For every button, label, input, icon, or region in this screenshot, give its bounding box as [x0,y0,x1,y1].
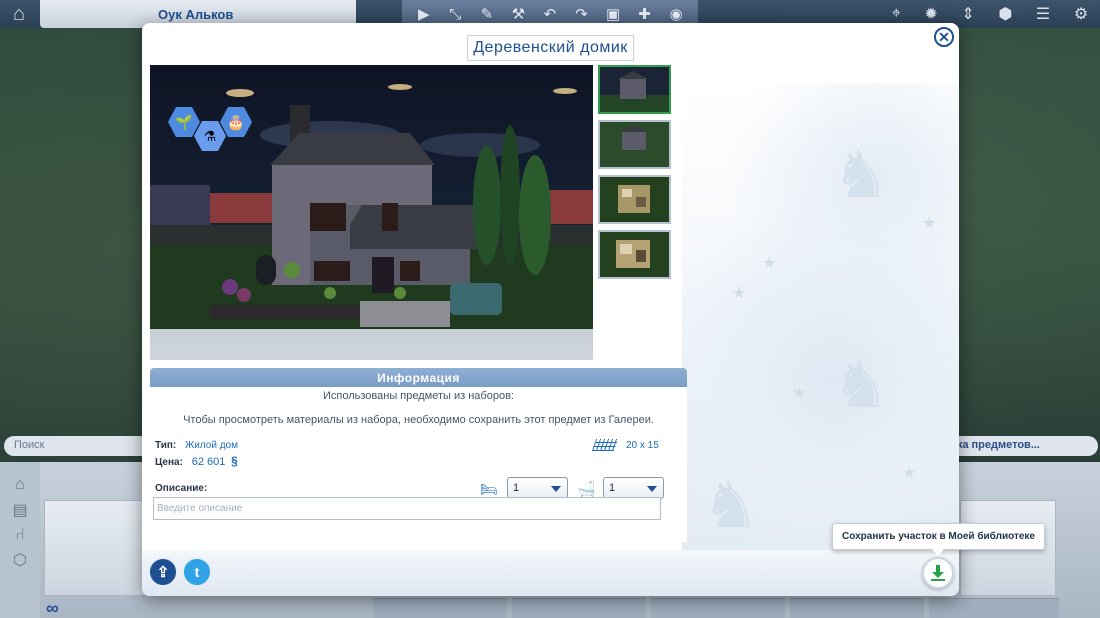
lot-size-value: 20 x 15 [626,439,659,451]
bunny-decoration-icon: ♞ [832,139,890,211]
hammer-icon[interactable]: ⚒ [508,5,528,23]
pack-stuff-icon[interactable]: ⚗ [194,121,226,151]
save-tooltip: Сохранить участок в Моей библиотеке [832,523,1045,550]
stack-icon[interactable]: ☰ [1036,4,1050,24]
thumbnail-exterior-aerial[interactable] [598,120,671,169]
lot-name: Оук Альков [158,7,234,22]
close-icon[interactable]: ✕ [934,27,954,47]
select-icon[interactable]: ⤡ [445,6,465,23]
add-icon[interactable]: ✚ [635,5,655,23]
catalog-tile[interactable] [373,598,507,618]
bunny-decoration-icon: ♞ [702,469,760,541]
structure-icon[interactable]: ⬡ [13,550,27,570]
lot-price-value: 62 601 [191,456,226,468]
undo-icon[interactable]: ↶ [540,5,560,23]
lot-price-label: Цена: [155,457,183,468]
star-decoration-icon: ★ [732,285,747,302]
lot-main-image: 🌱 ⚗ 🎂 [150,65,593,360]
catalog-tile[interactable] [929,598,1059,618]
catalog-search-placeholder: Поиск [14,439,45,451]
download-icon [930,565,946,581]
bedrooms-value: 1 [513,482,520,494]
packs-used-text: Использованы предметы из наборов: [323,390,514,402]
catalog-sidebar: ⌂ ▤ ⑁ ⬡ [0,462,40,618]
image-fade-overlay [150,329,593,360]
settings-icon[interactable]: ⚙ [1074,4,1088,24]
thumbnail-exterior-night[interactable] [598,65,671,114]
play-icon[interactable]: ▶ [414,5,434,23]
save-to-library-button[interactable] [922,557,954,589]
gallery-icon[interactable]: ◉ [666,5,686,23]
tooltip-tail [932,549,944,556]
decorative-background: ♞ ♞ ♞ ★ ★ ★ ★ ★ [682,83,959,563]
star-decoration-icon: ★ [902,465,917,482]
home-icon[interactable]: ⌂ [4,2,34,26]
bath-icon: 🛁 [577,481,596,498]
pack-cake-icon[interactable]: 🎂 [220,107,252,137]
description-input[interactable] [153,497,661,520]
bunny-decoration-icon: ♞ [832,349,890,421]
bed-icon: 🛏 [480,481,498,497]
bathrooms-value: 1 [609,482,616,494]
simoleon-icon: § [231,454,238,468]
bathrooms-dropdown[interactable]: 1 [603,477,664,499]
info-panel: Использованы предметы из наборов: Чтобы … [150,387,687,542]
grid-icon [591,439,619,451]
eyedropper-icon[interactable]: ✎ [477,5,497,23]
info-header: Информация [150,368,687,387]
thumbnail-floorplan-lower[interactable] [598,230,671,279]
catalog-tile[interactable] [790,598,924,618]
pack-icons: 🌱 ⚗ 🎂 [168,107,258,151]
info-header-label: Информация [377,370,460,385]
location-icon[interactable]: ⌖ [892,5,901,23]
gallery-notice-text: Чтобы просмотреть материалы из набора, н… [183,414,654,426]
pack-seedling-icon[interactable]: 🌱 [168,107,200,137]
lot-details-dialog: ♞ ♞ ♞ ★ ★ ★ ★ ★ Деревенский домик ✕ 🌱 ⚗ … [142,23,959,596]
room-icon[interactable]: ⌂ [15,476,25,494]
star-decoration-icon: ★ [762,255,777,272]
catalog-search-right-text: ка предметов... [956,439,1040,451]
furniture-icon[interactable]: ▤ [12,500,27,520]
twitter-icon[interactable]: t [182,557,212,587]
bedrooms-dropdown[interactable]: 1 [507,477,568,499]
dialog-title-box: Деревенский домик [467,35,634,61]
dialog-footer [142,550,959,596]
camera-icon[interactable]: ▣ [603,5,623,23]
floor-arrows-icon[interactable]: ⇕ [961,4,974,24]
star-decoration-icon: ★ [792,385,807,402]
star-decoration-icon: ★ [922,215,937,232]
light-icon[interactable]: ✹ [924,4,937,24]
lot-price-row: Цена: 62 601 § [155,454,238,468]
chevron-down-icon [551,486,561,492]
chevron-down-icon [647,486,657,492]
save-tooltip-text: Сохранить участок в Моей библиотеке [842,531,1035,542]
description-label: Описание: [155,483,208,494]
catalog-tile[interactable] [512,598,646,618]
lot-size-row: 20 x 15 [591,439,659,451]
cube-icon[interactable]: ⬢ [998,4,1012,24]
lot-type-value: Жилой дом [185,440,238,451]
chair-icon[interactable]: ⑁ [15,526,25,544]
redo-icon[interactable]: ↷ [572,5,592,23]
infinity-icon: ∞ [46,598,59,618]
lot-type-label: Тип: [155,440,177,451]
catalog-tile[interactable] [651,598,785,618]
thumbnail-floorplan-upper[interactable] [598,175,671,224]
upload-icon[interactable]: ⇪ [148,557,178,587]
dialog-title: Деревенский домик [473,39,628,56]
lot-type-row: Тип: Жилой дом [155,440,238,451]
